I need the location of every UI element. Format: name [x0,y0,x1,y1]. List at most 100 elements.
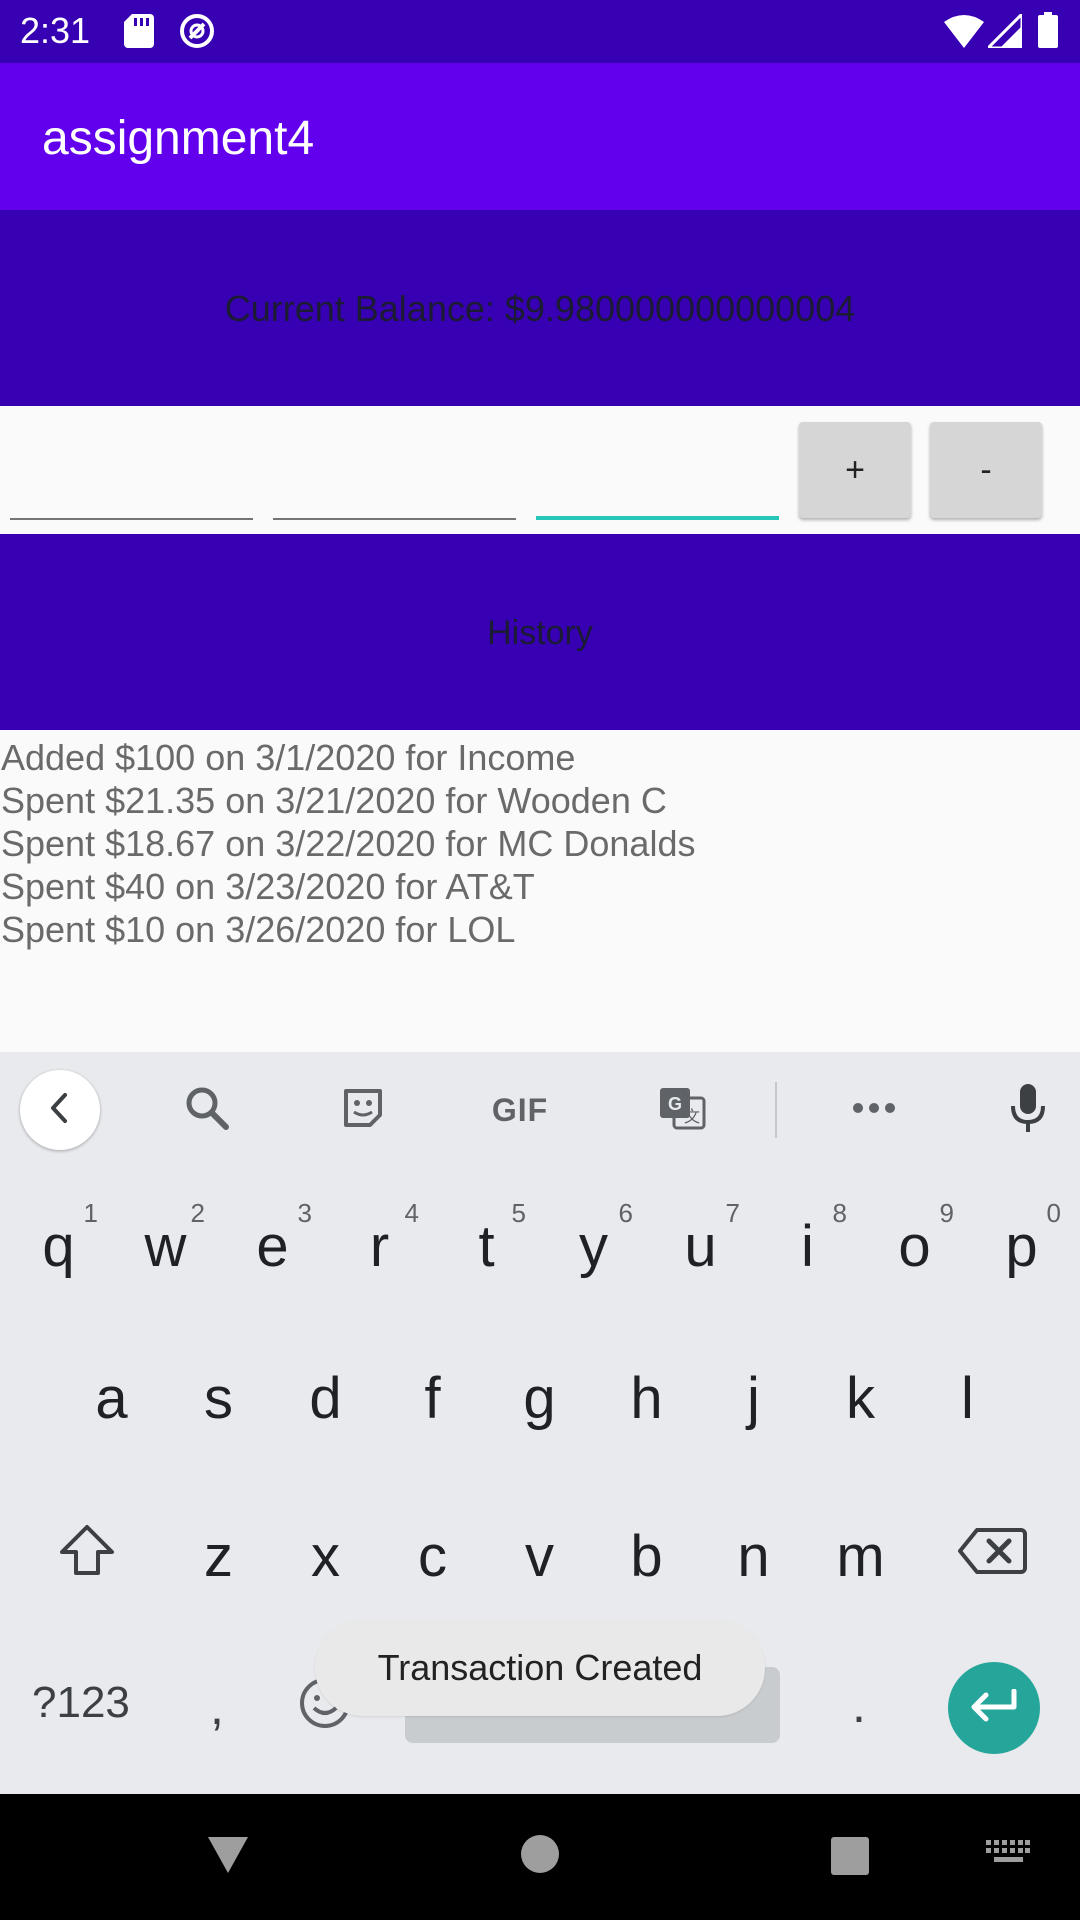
keyboard-translate-button[interactable]: G文 [652,1080,712,1140]
keyboard-sticker-button[interactable] [333,1080,393,1140]
key-label: n [737,1523,770,1589]
key-label: p [1005,1213,1038,1279]
key-l[interactable]: l [914,1338,1021,1458]
key-label: i [801,1213,814,1279]
toast-message: Transaction Created [315,1620,765,1716]
key-e[interactable]: e3 [219,1186,326,1306]
key-p[interactable]: p0 [968,1186,1075,1306]
toolbar-divider [775,1082,777,1138]
search-icon [184,1085,230,1136]
cell-signal-icon [984,10,1024,53]
key-r[interactable]: r4 [326,1186,433,1306]
key-s[interactable]: s [165,1338,272,1458]
key-hint: 1 [83,1198,98,1228]
key-label: g [523,1365,556,1431]
key-c[interactable]: c [379,1496,486,1616]
keyboard-back-button[interactable] [20,1070,100,1150]
list-item: Spent $21.35 on 3/21/2020 for Wooden C [1,780,667,821]
key-m[interactable]: m [807,1496,914,1616]
key-hint: 8 [832,1198,847,1228]
key-label: b [630,1523,663,1589]
key-d[interactable]: d [272,1338,379,1458]
key-label: t [478,1213,495,1279]
backspace-icon [957,1523,1027,1590]
list-item: Spent $40 on 3/23/2020 for AT&T [1,866,535,907]
key-label: e [256,1213,289,1279]
key-k[interactable]: k [807,1338,914,1458]
key-label: m [836,1523,885,1589]
balance-panel: Current Balance: $9.980000000000004 [0,210,1080,406]
home-circle-icon [520,1834,560,1879]
key-v[interactable]: v [486,1496,593,1616]
key-label: d [309,1365,342,1431]
back-triangle-icon [206,1835,250,1880]
key-q[interactable]: q1 [5,1186,112,1306]
keyboard-gif-button[interactable]: GIF [490,1080,550,1140]
back-nav-button[interactable] [200,1832,256,1882]
key-label: h [630,1365,663,1431]
svg-text:文: 文 [684,1108,700,1126]
key-o[interactable]: o9 [861,1186,968,1306]
key-label: f [424,1365,441,1431]
home-nav-button[interactable] [518,1834,562,1878]
key-label: q [42,1213,75,1279]
key-j[interactable]: j [700,1338,807,1458]
battery-icon [1038,12,1058,53]
enter-arrow-icon [968,1688,1020,1728]
key-label: l [961,1365,974,1431]
data-saver-icon [178,12,216,55]
key-h[interactable]: h [593,1338,700,1458]
enter-key[interactable] [948,1662,1040,1754]
description-field[interactable] [536,424,779,520]
key-u[interactable]: u7 [647,1186,754,1306]
microphone-icon [1010,1083,1046,1137]
key-n[interactable]: n [700,1496,807,1616]
key-label: j [747,1365,760,1431]
status-time: 2:31 [20,10,91,51]
keyboard-more-button[interactable] [844,1080,904,1140]
shift-key[interactable] [32,1496,142,1616]
key-i[interactable]: i8 [754,1186,861,1306]
symbols-key[interactable]: ?123 [32,1678,130,1728]
recents-nav-button[interactable] [828,1836,872,1880]
recents-square-icon [830,1836,870,1881]
keyboard-search-button[interactable] [177,1080,237,1140]
key-a[interactable]: a [58,1338,165,1458]
key-hint: 9 [939,1198,954,1228]
key-w[interactable]: w2 [112,1186,219,1306]
keyboard-toolbar: GIF G文 [0,1052,1080,1168]
list-item: Spent $18.67 on 3/22/2020 for MC Donalds [1,823,696,864]
key-label: z [204,1523,233,1589]
amount-field[interactable] [10,424,253,520]
key-hint: 0 [1046,1198,1061,1228]
backspace-key[interactable] [937,1496,1047,1616]
app-title: assignment4 [42,112,315,165]
sd-card-icon [124,14,154,53]
keyboard-voice-button[interactable] [998,1080,1058,1140]
key-f[interactable]: f [379,1338,486,1458]
key-label: c [418,1523,447,1589]
keyboard-icon [986,1839,1030,1871]
key-y[interactable]: y6 [540,1186,647,1306]
key-label: x [311,1523,340,1589]
history-list: Added $100 on 3/1/2020 for Income Spent … [0,736,1080,951]
subtract-button[interactable]: - [930,422,1042,518]
svg-text:G: G [668,1094,682,1114]
key-g[interactable]: g [486,1338,593,1458]
key-b[interactable]: b [593,1496,700,1616]
add-button[interactable]: + [799,422,911,518]
period-key[interactable]: . [852,1676,866,1734]
key-x[interactable]: x [272,1496,379,1616]
key-hint: 2 [190,1198,205,1228]
keyboard-switch-button[interactable] [985,1839,1031,1871]
transaction-form: + - [0,406,1080,534]
key-label: s [204,1365,233,1431]
key-z[interactable]: z [165,1496,272,1616]
key-label: r [369,1213,390,1279]
comma-key[interactable]: , [210,1678,224,1736]
key-hint: 4 [404,1198,419,1228]
key-label: w [144,1213,187,1279]
date-field[interactable] [273,424,516,520]
key-t[interactable]: t5 [433,1186,540,1306]
history-header: History [487,614,593,652]
